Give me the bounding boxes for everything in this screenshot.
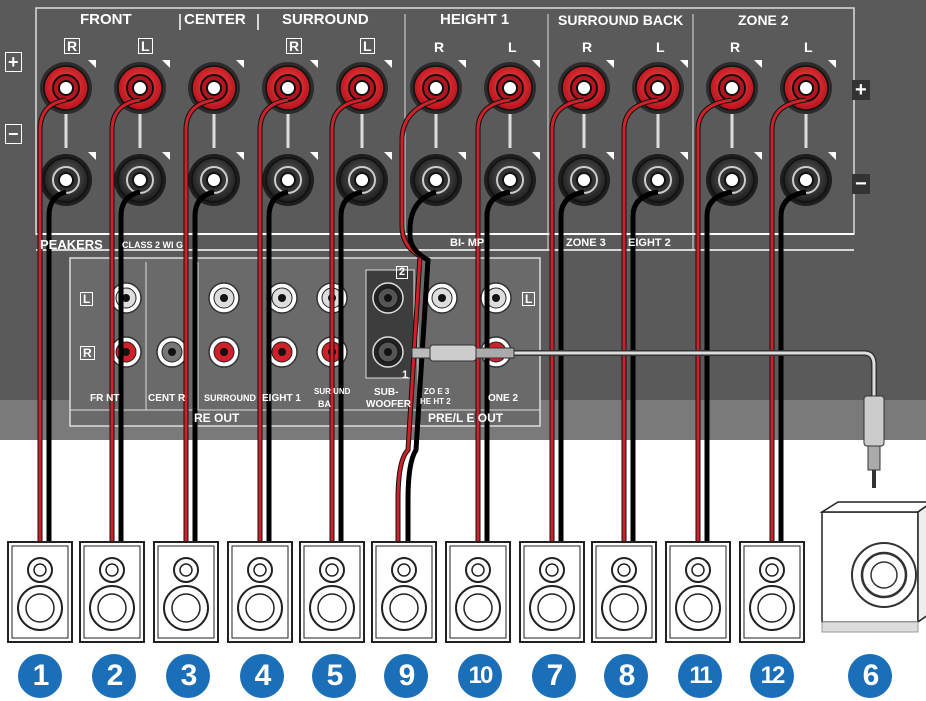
preout-sb-1: SUR UND [314,387,351,396]
subwoofer [819,501,926,633]
preout-zone3-2: HE HT 2 [420,397,451,406]
subwoofer-jack [372,282,404,314]
header-surround: SURROUND [282,11,369,28]
preout-front: FR NT [90,393,120,404]
header-surround-back: SURROUND BACK [558,12,684,28]
speaker [591,541,657,643]
mark-sb-l: L [656,39,665,55]
mark-height-l: L [508,39,517,55]
speaker [299,541,365,643]
sub-port-2: 2 [396,266,409,279]
speaker [665,541,731,643]
mark-surround-r: R [286,38,303,54]
preout-zone3-1: ZO E 3 [424,387,450,396]
speaker-number-badge: 2 [92,654,136,698]
speaker-number-badge: 8 [604,654,648,698]
speaker [7,541,73,643]
preout-sub-1: SUB- [374,387,399,398]
zone3-label: ZONE 3 [566,237,606,249]
speaker-number-badge: 6 [848,654,892,698]
preout-surround: SURROUND [204,393,257,403]
speaker-number-badge: 4 [240,654,284,698]
speaker-number-badge: 10 [458,654,502,698]
speaker-number-badge: 1 [18,654,62,698]
mark-sb-r: R [582,39,593,55]
rca-jack [208,336,240,368]
rca-jack [110,336,142,368]
header-center: CENTER [184,11,246,28]
rca-jack [208,282,240,314]
mark-zone2-l: L [804,39,813,55]
rca-jack [426,282,458,314]
rca-jack [110,282,142,314]
sub-port-1: 1 [402,369,409,381]
speaker-number-badge: 9 [384,654,428,698]
preout-sub-2: WOOFER [366,399,411,410]
preout-height1: EIGHT 1 [262,393,301,404]
speaker-number-badge: 7 [532,654,576,698]
pre-out-label: RE OUT [194,411,240,425]
speaker-number-badge: 11 [678,654,722,698]
header-zone2: ZONE 2 [738,12,789,28]
speaker [445,541,511,643]
speakers-label: PEAKERS [40,237,103,252]
preout-l-label: L [80,292,94,306]
plus-left: + [5,52,22,72]
mark-front-r: R [64,38,81,54]
mark-front-l: L [138,38,153,54]
speaker [227,541,293,643]
speaker-number-badge: 3 [166,654,210,698]
header-front: FRONT [80,11,132,28]
speaker [739,541,805,643]
mark-zone2-r: R [730,39,741,55]
mark-surround-l: L [360,38,375,54]
preout-center: CENT R [148,393,186,404]
speaker [519,541,585,643]
biamp-label: BI- MP [450,237,485,249]
minus-left: − [5,124,22,144]
speaker-number-badge: 5 [312,654,356,698]
mark-height-r: R [434,39,445,55]
speaker [371,541,437,643]
speaker [79,541,145,643]
minus-right: − [852,174,870,194]
preout-zone2: ONE 2 [488,393,519,404]
header-height1: HEIGHT 1 [440,11,510,28]
speaker [153,541,219,643]
line-out-label: PRE/L E OUT [428,411,504,425]
preout-r-label: R [80,346,95,360]
height2-label: EIGHT 2 [628,237,671,249]
zone2-l-label: L [522,292,536,306]
speaker-number-badge: 12 [750,654,794,698]
wiring-label: CLASS 2 WI G [122,240,184,250]
preout-sb-2: BA [318,399,331,409]
subwoofer-jack [372,336,404,368]
wiring-diagram [0,0,926,643]
rca-jack [156,336,188,368]
plus-right: + [852,80,870,100]
pre-out-panel [69,257,541,427]
